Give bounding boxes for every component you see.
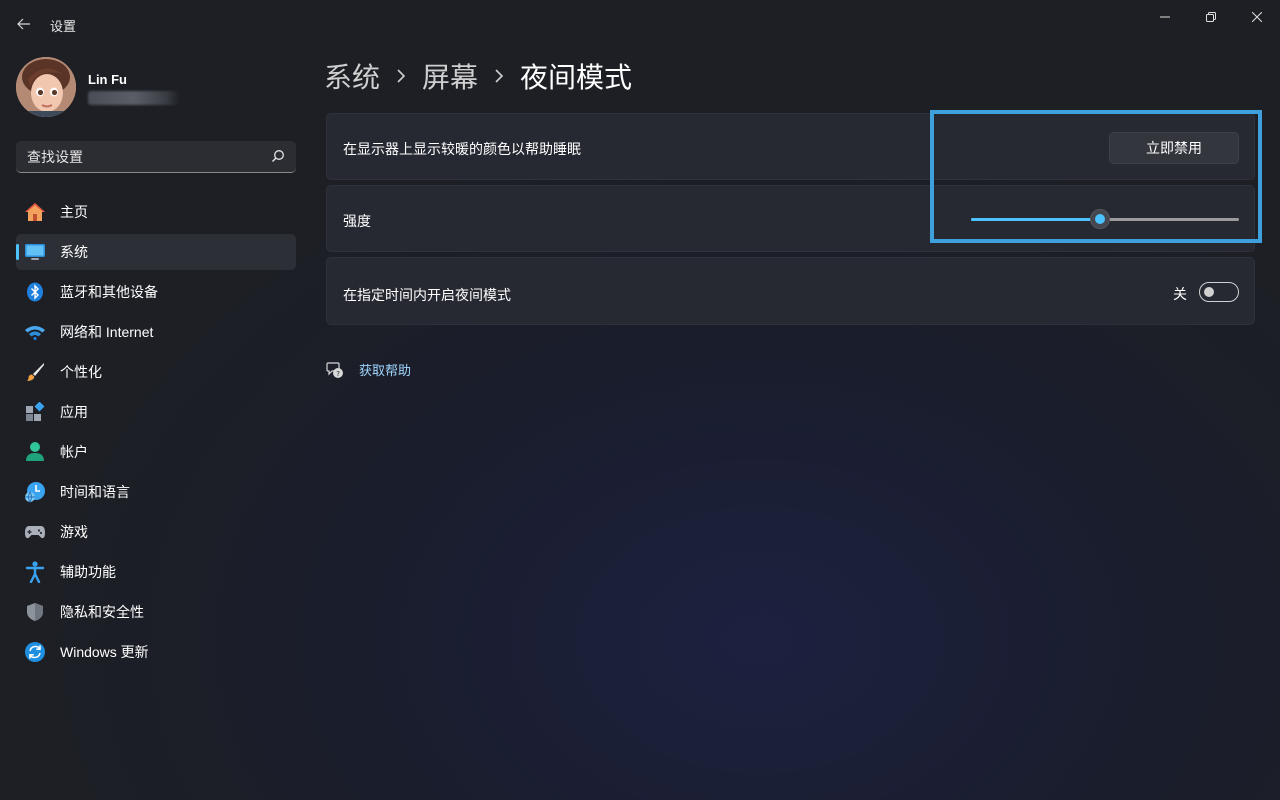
slider-thumb-center bbox=[1095, 214, 1105, 224]
app-title: 设置 bbox=[50, 19, 77, 34]
sidebar-item-windows-update[interactable]: Windows 更新 bbox=[16, 634, 296, 670]
sidebar-item-system[interactable]: 系统 bbox=[16, 234, 296, 270]
minimize-icon bbox=[1160, 16, 1170, 18]
help-chat-icon: ? bbox=[325, 361, 345, 379]
sidebar-item-label: 时间和语言 bbox=[60, 484, 130, 500]
redacted-email bbox=[88, 91, 180, 105]
shield-icon bbox=[24, 601, 46, 623]
sidebar-item-accessibility[interactable]: 辅助功能 bbox=[16, 554, 296, 590]
search-icon[interactable] bbox=[271, 149, 285, 168]
search-box[interactable] bbox=[16, 141, 296, 173]
restore-button[interactable] bbox=[1188, 0, 1234, 34]
get-help-link[interactable]: ? 获取帮助 bbox=[325, 360, 411, 379]
toggle-state-label: 关 bbox=[1173, 286, 1187, 302]
back-arrow-icon bbox=[17, 18, 30, 30]
account-icon bbox=[24, 441, 46, 463]
strength-slider[interactable] bbox=[971, 208, 1241, 230]
accessibility-icon bbox=[24, 561, 46, 583]
sidebar-item-label: 游戏 bbox=[60, 524, 88, 540]
svg-text:?: ? bbox=[336, 370, 340, 378]
user-name: Lin Fu bbox=[88, 72, 127, 87]
sidebar-item-bluetooth[interactable]: 蓝牙和其他设备 bbox=[16, 274, 296, 310]
strength-card: 强度 bbox=[326, 185, 1255, 252]
sidebar-item-personalization[interactable]: 个性化 bbox=[16, 354, 296, 390]
sidebar-item-label: 隐私和安全性 bbox=[60, 604, 144, 620]
chevron-right-icon bbox=[494, 69, 504, 83]
restore-icon bbox=[1206, 12, 1216, 22]
sidebar-item-gaming[interactable]: 游戏 bbox=[16, 514, 296, 550]
strength-label: 强度 bbox=[343, 213, 371, 229]
sidebar-item-label: 帐户 bbox=[60, 444, 88, 460]
sidebar-item-privacy[interactable]: 隐私和安全性 bbox=[16, 594, 296, 630]
bluetooth-icon bbox=[24, 281, 46, 303]
toggle-knob bbox=[1204, 287, 1214, 297]
sidebar-item-accounts[interactable]: 帐户 bbox=[16, 434, 296, 470]
back-button[interactable] bbox=[12, 10, 36, 38]
sidebar-nav: 主页 系统 蓝牙和其他设备 网络和 Internet 个性化 应用 帐户 时间和… bbox=[16, 194, 296, 674]
sidebar-item-label: 个性化 bbox=[60, 364, 102, 380]
sidebar-item-label: 主页 bbox=[60, 204, 88, 220]
wifi-icon bbox=[24, 321, 46, 343]
schedule-label: 在指定时间内开启夜间模式 bbox=[343, 287, 511, 303]
sidebar-item-apps[interactable]: 应用 bbox=[16, 394, 296, 430]
apps-icon bbox=[24, 401, 46, 423]
sidebar-item-label: 系统 bbox=[60, 244, 88, 260]
sidebar-item-network[interactable]: 网络和 Internet bbox=[16, 314, 296, 350]
sidebar-item-label: 辅助功能 bbox=[60, 564, 116, 580]
disable-now-button[interactable]: 立即禁用 bbox=[1109, 132, 1239, 164]
time-language-icon bbox=[24, 481, 46, 503]
page-title: 夜间模式 bbox=[520, 62, 633, 93]
minimize-button[interactable] bbox=[1142, 0, 1188, 34]
schedule-toggle[interactable] bbox=[1199, 282, 1239, 302]
breadcrumb-item-display[interactable]: 屏幕 bbox=[422, 56, 478, 96]
paintbrush-icon bbox=[24, 361, 46, 383]
sidebar-item-label: 应用 bbox=[60, 404, 88, 420]
night-light-description: 在显示器上显示较暖的颜色以帮助睡眠 bbox=[343, 141, 581, 157]
slider-thumb[interactable] bbox=[1090, 209, 1110, 229]
breadcrumb: 系统 屏幕 夜间模式 bbox=[324, 56, 632, 96]
close-button[interactable] bbox=[1234, 0, 1280, 34]
sidebar-item-label: 蓝牙和其他设备 bbox=[60, 284, 158, 300]
search-input[interactable] bbox=[27, 148, 257, 165]
slider-fill bbox=[971, 218, 1100, 221]
sidebar-item-label: Windows 更新 bbox=[60, 644, 149, 660]
breadcrumb-item-system[interactable]: 系统 bbox=[324, 56, 380, 96]
gamepad-icon bbox=[24, 521, 46, 543]
night-light-card: 在显示器上显示较暖的颜色以帮助睡眠 立即禁用 bbox=[326, 113, 1255, 180]
sidebar-item-label: 网络和 Internet bbox=[60, 324, 154, 340]
get-help-label[interactable]: 获取帮助 bbox=[359, 360, 411, 379]
schedule-card: 在指定时间内开启夜间模式 关 bbox=[326, 257, 1255, 325]
chevron-right-icon bbox=[396, 69, 406, 83]
home-icon bbox=[24, 201, 46, 223]
sidebar-item-home[interactable]: 主页 bbox=[16, 194, 296, 230]
sidebar-item-time-language[interactable]: 时间和语言 bbox=[16, 474, 296, 510]
windows-update-icon bbox=[24, 641, 46, 663]
close-icon bbox=[1252, 12, 1262, 22]
avatar[interactable] bbox=[16, 57, 76, 117]
system-monitor-icon bbox=[24, 241, 46, 263]
avatar-image bbox=[16, 57, 76, 117]
title-bar: 设置 bbox=[0, 0, 1280, 48]
